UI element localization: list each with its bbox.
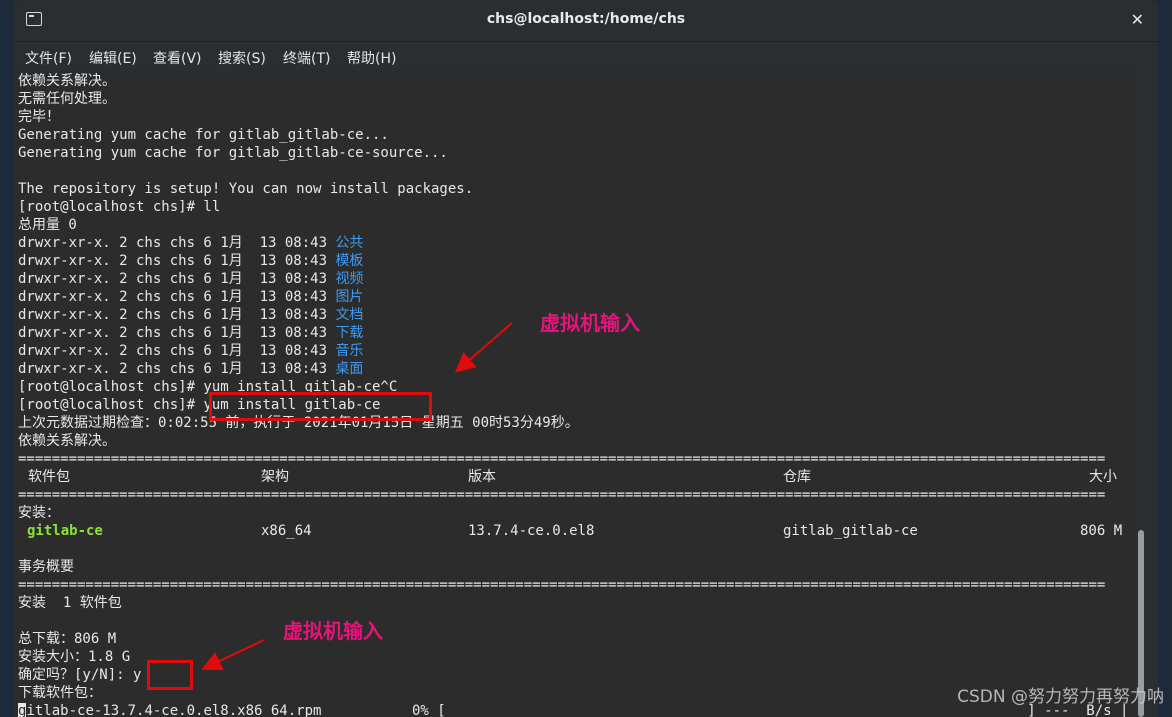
menu-edit[interactable]: 编辑(E) xyxy=(89,48,137,68)
package-repo: gitlab_gitlab-ce xyxy=(783,523,918,539)
menu-view[interactable]: 查看(V) xyxy=(153,48,202,68)
dir-meta: drwxr-xr-x. 2 chs chs 6 1月 13 08:43 xyxy=(18,307,336,323)
confirm-answer: y xyxy=(133,667,142,683)
dir-meta: drwxr-xr-x. 2 chs chs 6 1月 13 08:43 xyxy=(18,253,336,269)
dir-meta: drwxr-xr-x. 2 chs chs 6 1月 13 08:43 xyxy=(18,361,336,377)
terminal-window: chs@localhost:/home/chs ✕ 文件(F) 编辑(E) 查看… xyxy=(14,0,1158,717)
annotation-label: 虚拟机输入 xyxy=(540,311,640,335)
menu-help[interactable]: 帮助(H) xyxy=(347,48,396,68)
terminal-line: 总用量 0 xyxy=(18,217,77,233)
confirm-prompt: 确定吗？[y/N]: xyxy=(18,667,134,683)
package-name: gitlab-ce xyxy=(27,523,103,539)
header-size: 大小 xyxy=(1089,469,1117,485)
package-arch: x86_64 xyxy=(261,523,312,539)
menu-file[interactable]: 文件(F) xyxy=(25,48,72,68)
terminal-output[interactable]: 依赖关系解决。 无需任何处理。 完毕！ Generating yum cache… xyxy=(14,71,1134,717)
summary-label: 事务概要 xyxy=(18,559,74,575)
terminal-line: [root@localhost chs]# ll xyxy=(18,199,221,215)
shell-prompt: [root@localhost chs]# xyxy=(18,397,204,413)
dir-meta: drwxr-xr-x. 2 chs chs 6 1月 13 08:43 xyxy=(18,271,336,287)
separator: ========================================… xyxy=(18,577,1106,593)
terminal-line: 完毕！ xyxy=(18,109,60,125)
menu-search[interactable]: 搜索(S) xyxy=(218,48,266,68)
dir-meta: drwxr-xr-x. 2 chs chs 6 1月 13 08:43 xyxy=(18,235,336,251)
dir-meta: drwxr-xr-x. 2 chs chs 6 1月 13 08:43 xyxy=(18,289,336,305)
dir-listing-row: drwxr-xr-x. 2 chs chs 6 1月 13 08:43 文档 xyxy=(18,306,363,324)
close-button[interactable]: ✕ xyxy=(1131,10,1144,29)
dir-name: 图片 xyxy=(335,289,364,305)
dir-listing-row: drwxr-xr-x. 2 chs chs 6 1月 13 08:43 下载 xyxy=(18,324,363,342)
title-bar[interactable]: chs@localhost:/home/chs ✕ xyxy=(14,0,1158,42)
progress-file: itlab-ce-13.7.4-ce.0.el8.x86_64.rpm xyxy=(26,703,322,717)
dir-name: 视频 xyxy=(335,271,364,287)
dir-name: 模板 xyxy=(335,253,364,269)
dir-meta: drwxr-xr-x. 2 chs chs 6 1月 13 08:43 xyxy=(18,343,336,359)
confirm-line: 确定吗？[y/N]: y xyxy=(18,666,141,684)
dir-listing-row: drwxr-xr-x. 2 chs chs 6 1月 13 08:43 图片 xyxy=(18,288,363,306)
dir-listing-row: drwxr-xr-x. 2 chs chs 6 1月 13 08:43 模板 xyxy=(18,252,363,270)
highlight-box xyxy=(209,392,432,421)
install-size: 安装大小：1.8 G xyxy=(18,649,131,665)
dir-name: 文档 xyxy=(335,307,364,323)
dir-name: 公共 xyxy=(335,235,364,251)
install-count: 安装 1 软件包 xyxy=(18,595,122,611)
resolve-line: 依赖关系解决。 xyxy=(18,433,116,449)
download-total: 总下载：806 M xyxy=(18,631,117,647)
progress-line: gitlab-ce-13.7.4-ce.0.el8.x86_64.rpm 0% [… xyxy=(18,702,1128,717)
terminal-line: 依赖关系解决。 xyxy=(18,73,116,89)
annotation-label: 虚拟机输入 xyxy=(283,619,383,643)
dir-listing-row: drwxr-xr-x. 2 chs chs 6 1月 13 08:43 音乐 xyxy=(18,342,363,360)
dir-name: 音乐 xyxy=(335,343,364,359)
package-version: 13.7.4-ce.0.el8 xyxy=(468,523,595,539)
dir-listing-row: drwxr-xr-x. 2 chs chs 6 1月 13 08:43 桌面 xyxy=(18,360,363,378)
terminal-line: Generating yum cache for gitlab_gitlab-c… xyxy=(18,127,389,143)
terminal-line: Generating yum cache for gitlab_gitlab-c… xyxy=(18,145,448,161)
terminal-line: The repository is setup! You can now ins… xyxy=(18,181,474,197)
dir-listing-row: drwxr-xr-x. 2 chs chs 6 1月 13 08:43 公共 xyxy=(18,234,363,252)
package-size: 806 M xyxy=(1080,523,1123,539)
downloading-label: 下载软件包： xyxy=(18,685,102,701)
menu-bar: 文件(F) 编辑(E) 查看(V) 搜索(S) 终端(T) 帮助(H) xyxy=(14,42,1158,70)
header-arch: 架构 xyxy=(261,469,289,485)
dir-name: 下载 xyxy=(335,325,364,341)
dir-listing-row: drwxr-xr-x. 2 chs chs 6 1月 13 08:43 视频 xyxy=(18,270,363,288)
dir-meta: drwxr-xr-x. 2 chs chs 6 1月 13 08:43 xyxy=(18,325,336,341)
header-repo: 仓库 xyxy=(783,469,811,485)
highlight-box xyxy=(147,660,193,690)
window-title: chs@localhost:/home/chs xyxy=(486,11,686,27)
separator: ========================================… xyxy=(18,487,1106,503)
header-version: 版本 xyxy=(468,469,496,485)
watermark: CSDN @努力努力再努力呐 xyxy=(957,687,1164,707)
terminal-line: 无需任何处理。 xyxy=(18,91,116,107)
header-package: 软件包 xyxy=(28,469,70,485)
separator: ========================================… xyxy=(18,451,1106,467)
menu-terminal[interactable]: 终端(T) xyxy=(283,48,330,68)
dir-name: 桌面 xyxy=(335,361,364,377)
install-label: 安装： xyxy=(18,505,60,521)
